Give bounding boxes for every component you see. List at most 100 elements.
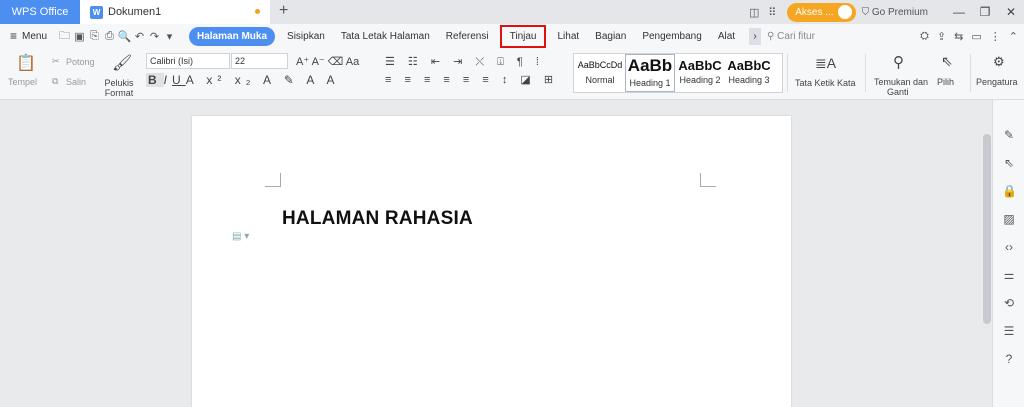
style-heading-1-name: Heading 1 xyxy=(629,78,671,88)
more-icon[interactable]: ⋮ xyxy=(990,30,1001,43)
minimize-icon[interactable]: — xyxy=(946,5,972,19)
font-size-tools[interactable]: A⁺ A⁻ ⌫ Aa xyxy=(296,55,359,68)
paragraph-tools-1[interactable]: ☰ ☷ ⇤ ⇥ ⤬ ⍗ ¶ ⁞ xyxy=(385,55,544,69)
more-tabs-chevron-icon[interactable]: › xyxy=(749,27,762,45)
close-icon[interactable]: ✕ xyxy=(998,5,1024,19)
cursor-icon[interactable]: ⇖ xyxy=(1002,156,1016,170)
print-preview-icon[interactable]: 🔍 xyxy=(117,30,132,43)
ribbon-divider xyxy=(787,54,788,92)
ribbon-divider xyxy=(865,54,866,92)
sync-icon[interactable]: ⇆ xyxy=(954,30,963,43)
tab-lihat[interactable]: Lihat xyxy=(549,27,587,46)
grid-apps-icon[interactable]: ⠿ xyxy=(763,6,781,19)
document-tab[interactable]: W Dokumen1 xyxy=(80,0,270,24)
format-tools[interactable]: B IUA x² x₂ A ✎ A A xyxy=(146,73,339,87)
open-folder-icon[interactable]: 🗀 xyxy=(57,27,72,46)
tab-tata-letak-halaman[interactable]: Tata Letak Halaman xyxy=(333,27,438,46)
premium-icon: ⛉ xyxy=(861,6,870,18)
share-icon[interactable]: ⇪ xyxy=(937,30,946,43)
document-heading[interactable]: HALAMAN RAHASIA xyxy=(282,208,473,230)
comment-icon[interactable]: ▭ xyxy=(971,30,981,43)
scrollbar-thumb[interactable] xyxy=(983,134,991,324)
code-icon[interactable]: ‹› xyxy=(1002,240,1016,254)
avatar xyxy=(837,5,852,19)
document-tab-label: Dokumen1 xyxy=(108,6,162,18)
tab-sisipkan[interactable]: Sisipkan xyxy=(279,27,333,46)
sliders-icon[interactable]: ⚌ xyxy=(1002,268,1016,282)
cut-icon: ✂ xyxy=(52,56,60,66)
ribbon-tabs: Halaman Muka Sisipkan Tata Letak Halaman… xyxy=(189,24,815,48)
customize-icon[interactable]: ▾ xyxy=(162,30,177,43)
wps-office-tab[interactable]: WPS Office xyxy=(0,0,80,24)
font-size-value: 22 xyxy=(235,56,246,66)
akses-button[interactable]: Akses ... xyxy=(787,2,856,22)
style-heading-1-preview: AaBb xyxy=(627,56,673,75)
window-layout-icon[interactable]: ◫ xyxy=(745,6,763,19)
font-size-select[interactable]: 22 xyxy=(231,53,288,69)
style-heading-3[interactable]: AaBbC Heading 3 xyxy=(724,54,774,92)
font-name-select[interactable]: Calibri (Isi) xyxy=(146,53,230,69)
save-icon[interactable]: ▣ xyxy=(72,30,87,43)
layers-icon[interactable]: ☰ xyxy=(1002,324,1016,338)
style-heading-2[interactable]: AaBbC Heading 2 xyxy=(675,54,725,92)
copy-button[interactable]: Salin xyxy=(66,77,86,87)
select-button[interactable]: Pilih xyxy=(937,77,954,87)
title-bar: WPS Office W Dokumen1 + ◫ ⠿ Akses ... ⛉ … xyxy=(0,0,1024,24)
tab-pengembang[interactable]: Pengembang xyxy=(634,27,710,46)
settings-icon: ⚙ xyxy=(993,54,1005,69)
image-edit-icon[interactable]: ▨ xyxy=(1002,212,1016,226)
copy-icon: ⧉ xyxy=(52,76,59,86)
menu-button[interactable]: ≡ Menu xyxy=(0,29,57,43)
format-painter-button[interactable]: Pelukis Format xyxy=(102,78,136,98)
go-premium-button[interactable]: ⛉ Go Premium xyxy=(862,7,928,18)
edit-icon[interactable]: ✎ xyxy=(1002,128,1016,142)
vertical-scrollbar[interactable] xyxy=(981,104,992,407)
history-icon[interactable]: ⟲ xyxy=(1002,296,1016,310)
collapse-ribbon-icon[interactable]: ⌃ xyxy=(1009,30,1018,43)
help-icon[interactable]: ? xyxy=(1002,352,1016,366)
menubar-right: ⛭ ⇪ ⇆ ▭ ⋮ ⌃ xyxy=(920,24,1018,48)
tab-tinjau[interactable]: Tinjau xyxy=(499,24,547,48)
style-heading-3-preview: AaBbC xyxy=(727,58,771,73)
print-icon[interactable]: ⎙ xyxy=(102,30,117,43)
collaborate-icon[interactable]: ⛭ xyxy=(920,30,929,43)
tab-bagian[interactable]: Bagian xyxy=(587,27,634,46)
settings-button[interactable]: Pengatura xyxy=(976,77,1018,87)
menu-bar: ≡ Menu 🗀 ▣ ⎘ ⎙ 🔍 ↶ ↷ ▾ Halaman Muka Sisi… xyxy=(0,24,1024,48)
style-heading-3-name: Heading 3 xyxy=(728,75,770,85)
paragraph-handle-icon[interactable]: ▤ ▾ xyxy=(232,231,249,242)
style-normal[interactable]: AaBbCcDd Normal xyxy=(575,54,625,92)
export-icon[interactable]: ⎘ xyxy=(87,30,102,43)
font-name-value: Calibri (Isi) xyxy=(150,56,194,66)
search-box[interactable]: ⚲ Cari fitur xyxy=(767,31,815,42)
unsaved-dot-icon xyxy=(255,9,260,14)
new-tab-button[interactable]: + xyxy=(279,2,288,20)
select-icon: ⇖ xyxy=(941,53,953,69)
crop-mark xyxy=(700,173,716,187)
restore-icon[interactable]: ❐ xyxy=(972,5,998,19)
quick-access: 🗀 ▣ ⎘ ⎙ 🔍 ↶ ↷ ▾ xyxy=(57,27,177,46)
style-normal-preview: AaBbCcDd xyxy=(577,60,623,70)
premium-label: Go Premium xyxy=(871,6,928,18)
style-heading-1[interactable]: AaBb Heading 1 xyxy=(625,54,675,92)
tab-halaman-muka[interactable]: Halaman Muka xyxy=(189,26,276,46)
app-name: WPS Office xyxy=(11,6,69,18)
style-heading-2-name: Heading 2 xyxy=(679,75,721,85)
cut-button[interactable]: Potong xyxy=(66,57,95,67)
akses-label: Akses ... xyxy=(795,6,834,18)
tab-referensi[interactable]: Referensi xyxy=(438,27,497,46)
text-direction-button[interactable]: Tata Ketik Kata xyxy=(795,78,856,88)
undo-icon[interactable]: ↶ xyxy=(132,30,147,43)
search-icon: ⚲ xyxy=(767,30,775,42)
document-page[interactable]: HALAMAN RAHASIA ▤ ▾ xyxy=(192,116,791,407)
lock-icon[interactable]: 🔒 xyxy=(1002,184,1017,198)
find-replace-label-2: Ganti xyxy=(887,87,909,97)
right-sidebar: ✎ ⇖ 🔒 ▨ ‹› ⚌ ⟲ ☰ ? xyxy=(992,100,1024,407)
text-direction-icon: ≣A xyxy=(815,55,837,71)
paragraph-tools-2[interactable]: ≡ ≡ ≡ ≡ ≡ ≡ ↕ ◪ ⊞ xyxy=(385,73,558,86)
redo-icon[interactable]: ↷ xyxy=(147,30,162,43)
paste-button[interactable]: Tempel xyxy=(8,77,37,87)
paste-icon: 📋 xyxy=(16,55,36,72)
find-replace-button[interactable]: Temukan dan xyxy=(874,77,928,87)
tab-alat[interactable]: Alat xyxy=(710,27,743,46)
